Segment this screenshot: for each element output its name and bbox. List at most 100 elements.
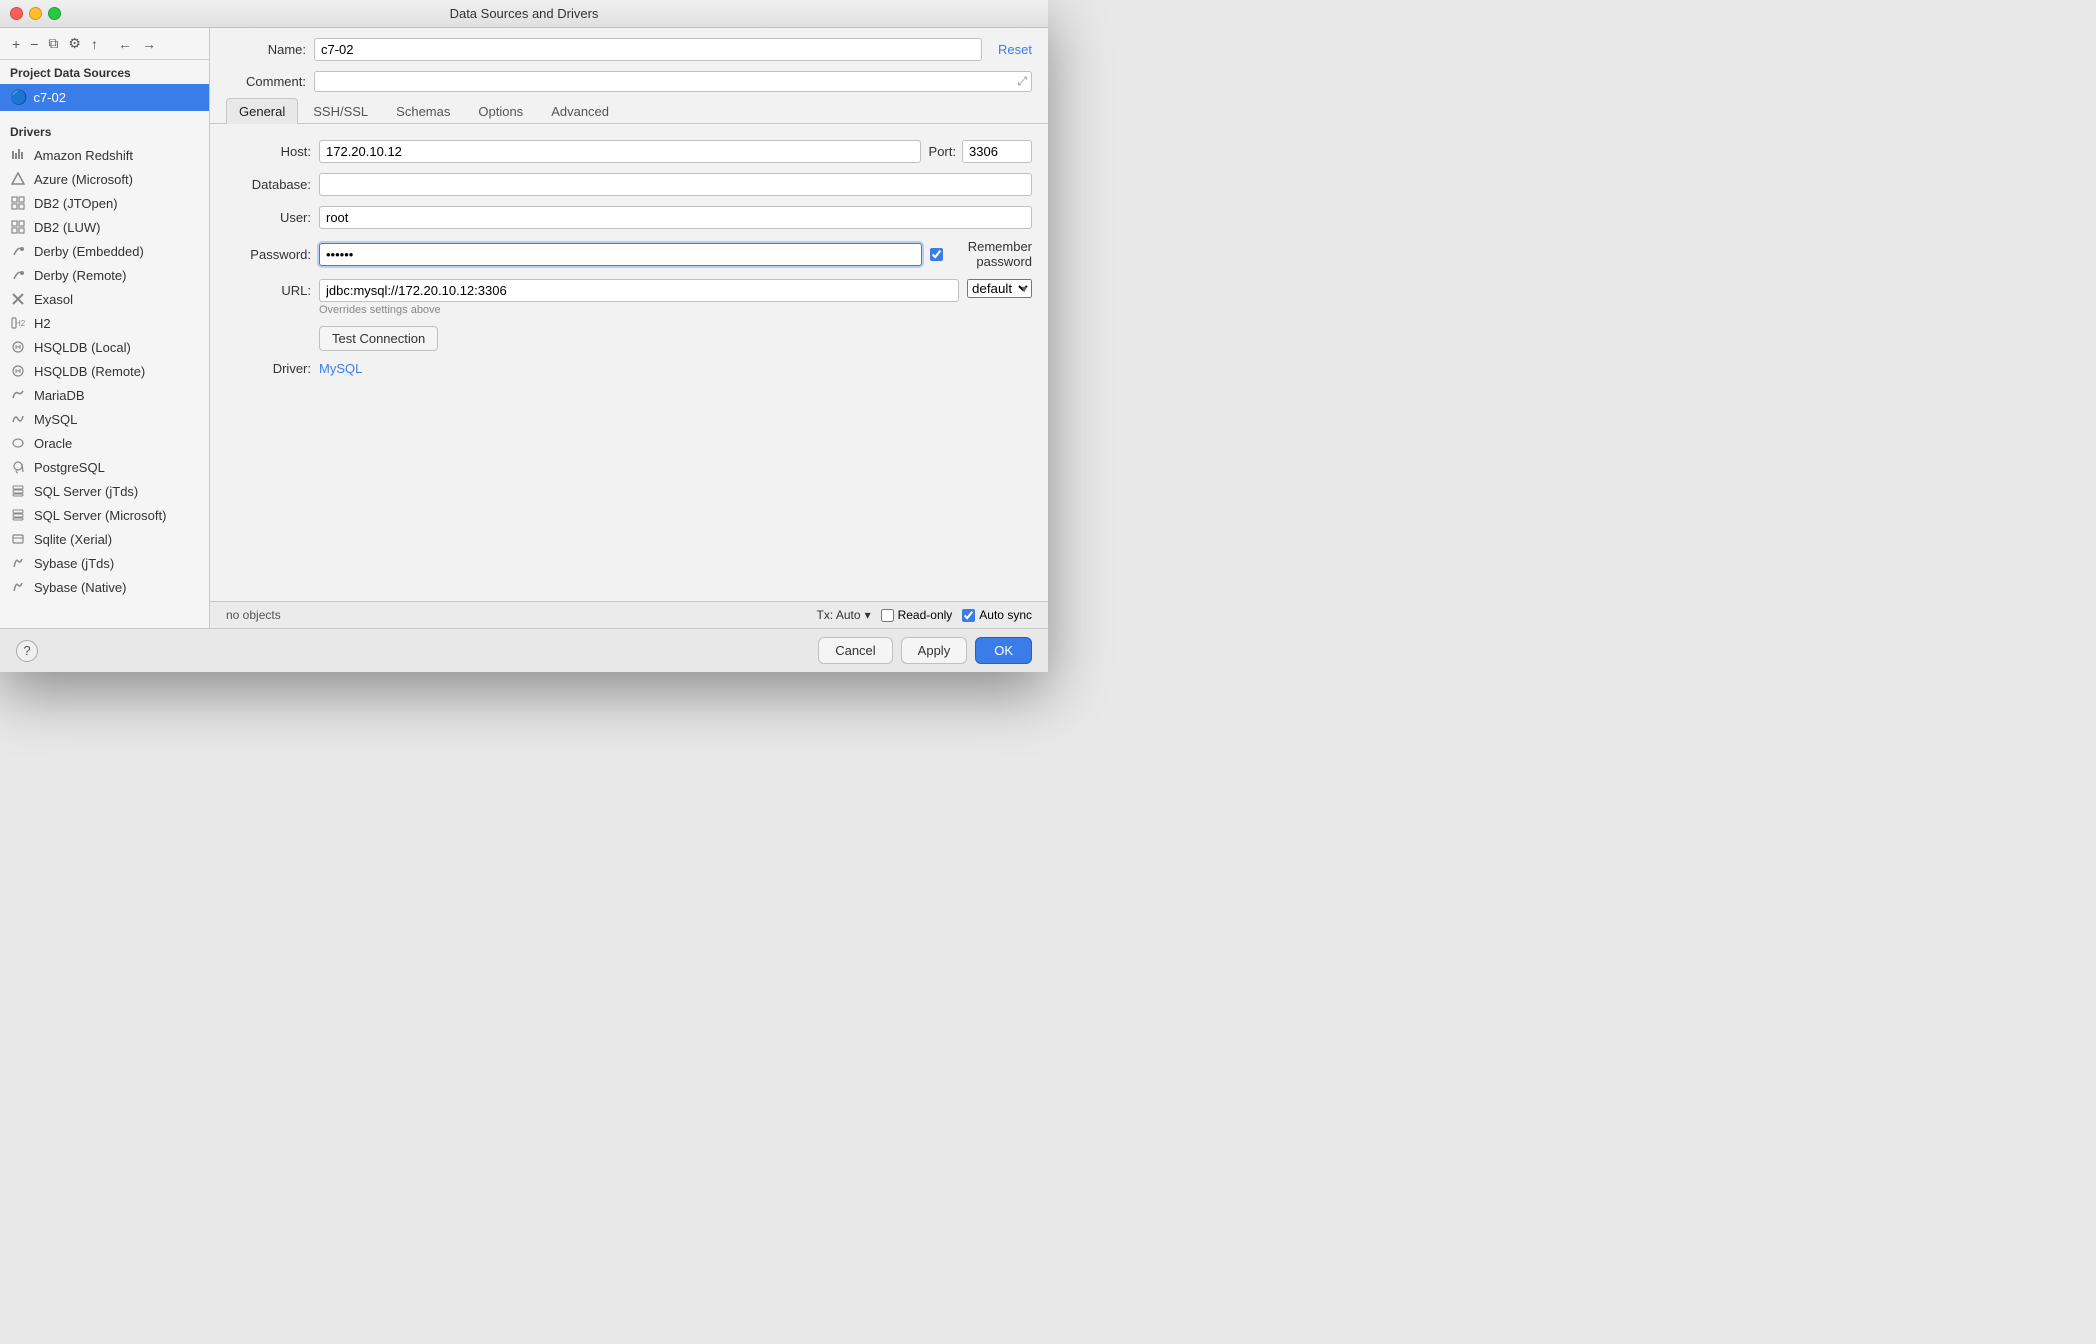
name-label: Name: <box>226 42 306 57</box>
close-button[interactable] <box>10 7 23 20</box>
add-datasource-button[interactable]: + <box>8 34 24 54</box>
window-title: Data Sources and Drivers <box>450 6 599 21</box>
driver-item-sybase-jtds[interactable]: Sybase (jTds) <box>0 551 209 575</box>
import-datasource-button[interactable]: ↑ <box>87 34 102 54</box>
driver-item-postgresql[interactable]: PostgreSQL <box>0 455 209 479</box>
url-input[interactable] <box>319 279 959 302</box>
driver-name: SQL Server (Microsoft) <box>34 508 166 523</box>
sqlite-icon <box>10 531 26 547</box>
driver-name: Sybase (Native) <box>34 580 126 595</box>
driver-item-azure[interactable]: Azure (Microsoft) <box>0 167 209 191</box>
comment-input-wrap: ⤢ <box>314 71 1032 92</box>
bottom-bar: ? Cancel Apply OK <box>0 628 1048 672</box>
driver-name: Amazon Redshift <box>34 148 133 163</box>
azure-icon <box>10 171 26 187</box>
ok-button[interactable]: OK <box>975 637 1032 664</box>
tab-schemas[interactable]: Schemas <box>383 98 463 124</box>
port-input[interactable] <box>962 140 1032 163</box>
driver-item-db2-jtopen[interactable]: DB2 (JTOpen) <box>0 191 209 215</box>
comment-row: Comment: ⤢ <box>210 67 1048 98</box>
oracle-icon <box>10 435 26 451</box>
host-label: Host: <box>226 144 311 159</box>
driver-item-mariadb[interactable]: MariaDB <box>0 383 209 407</box>
autosync-checkbox[interactable] <box>962 609 975 622</box>
driver-name: Oracle <box>34 436 72 451</box>
driver-item-oracle[interactable]: Oracle <box>0 431 209 455</box>
reset-button[interactable]: Reset <box>998 42 1032 57</box>
drivers-header: Drivers <box>0 119 209 143</box>
driver-name: DB2 (JTOpen) <box>34 196 118 211</box>
datasource-icon: 🔵 <box>10 89 27 106</box>
h2-icon: H2 <box>10 315 26 331</box>
driver-name: Sybase (jTds) <box>34 556 114 571</box>
name-input[interactable] <box>314 38 982 61</box>
driver-item-exasol[interactable]: Exasol <box>0 287 209 311</box>
mysql-icon <box>10 411 26 427</box>
db2-jtopen-icon <box>10 195 26 211</box>
readonly-checkbox[interactable] <box>881 609 894 622</box>
cancel-button[interactable]: Cancel <box>818 637 892 664</box>
tx-label: Tx: Auto <box>817 608 861 622</box>
test-connection-row: Test Connection <box>319 326 1032 351</box>
apply-button[interactable]: Apply <box>901 637 968 664</box>
driver-item-hsqldb-remote[interactable]: HSQLDB (Remote) <box>0 359 209 383</box>
url-dropdown-wrap: default custom <box>967 279 1032 298</box>
driver-item-db2-luw[interactable]: DB2 (LUW) <box>0 215 209 239</box>
driver-item-derby-embedded[interactable]: Derby (Embedded) <box>0 239 209 263</box>
readonly-group: Read-only <box>881 608 953 622</box>
main-content: + − ⧉ ⚙ ↑ ← → Project Data Sources 🔵 c7-… <box>0 28 1048 628</box>
tabs: General SSH/SSL Schemas Options Advanced <box>210 98 1048 124</box>
status-bar: no objects Tx: Auto ▾ Read-only Auto syn… <box>210 601 1048 628</box>
remember-password-label: Remember password <box>947 239 1032 269</box>
driver-name: HSQLDB (Local) <box>34 340 131 355</box>
remember-password-checkbox[interactable] <box>930 248 943 261</box>
driver-item-sqlite[interactable]: Sqlite (Xerial) <box>0 527 209 551</box>
driver-item-sybase-native[interactable]: Sybase (Native) <box>0 575 209 599</box>
comment-expand-button[interactable]: ⤢ <box>1017 74 1027 89</box>
url-row: URL: Overrides settings above default cu… <box>226 279 1032 316</box>
form-area: Host: Port: Database: User: Password: <box>210 124 1048 601</box>
driver-item-sqlserver-jtds[interactable]: SQL Server (jTds) <box>0 479 209 503</box>
tab-advanced[interactable]: Advanced <box>538 98 622 124</box>
drivers-section: Drivers Amazon Redshift Azure (Microsoft… <box>0 119 209 599</box>
driver-name: SQL Server (jTds) <box>34 484 138 499</box>
driver-row: Driver: MySQL <box>226 361 1032 376</box>
window-controls <box>10 7 61 20</box>
driver-name: MariaDB <box>34 388 85 403</box>
password-input[interactable] <box>319 243 922 266</box>
nav-back-button[interactable]: ← <box>114 34 136 54</box>
maximize-button[interactable] <box>48 7 61 20</box>
sqlserver-microsoft-icon <box>10 507 26 523</box>
host-input[interactable] <box>319 140 921 163</box>
minimize-button[interactable] <box>29 7 42 20</box>
help-button[interactable]: ? <box>16 640 38 662</box>
driver-name: DB2 (LUW) <box>34 220 100 235</box>
driver-item-hsqldb-local[interactable]: HSQLDB (Local) <box>0 335 209 359</box>
hsqldb-remote-icon <box>10 363 26 379</box>
datasource-item-c7-02[interactable]: 🔵 c7-02 <box>0 84 209 111</box>
driver-item-derby-remote[interactable]: Derby (Remote) <box>0 263 209 287</box>
driver-item-h2[interactable]: H2 H2 <box>0 311 209 335</box>
settings-datasource-button[interactable]: ⚙ <box>64 33 85 54</box>
driver-name: Exasol <box>34 292 73 307</box>
remove-datasource-button[interactable]: − <box>26 34 42 54</box>
copy-datasource-button[interactable]: ⧉ <box>44 33 62 54</box>
tab-ssh-ssl[interactable]: SSH/SSL <box>300 98 381 124</box>
nav-forward-button[interactable]: → <box>138 34 160 54</box>
user-row: User: <box>226 206 1032 229</box>
database-label: Database: <box>226 177 311 192</box>
tx-dropdown-button[interactable]: ▾ <box>865 608 871 622</box>
driver-item-amazon-redshift[interactable]: Amazon Redshift <box>0 143 209 167</box>
driver-item-sqlserver-microsoft[interactable]: SQL Server (Microsoft) <box>0 503 209 527</box>
tab-general[interactable]: General <box>226 98 298 124</box>
comment-input[interactable] <box>319 74 1017 89</box>
database-input[interactable] <box>319 173 1032 196</box>
url-dropdown[interactable]: default custom <box>967 279 1032 298</box>
driver-item-mysql[interactable]: MySQL <box>0 407 209 431</box>
test-connection-button[interactable]: Test Connection <box>319 326 438 351</box>
user-input[interactable] <box>319 206 1032 229</box>
driver-link[interactable]: MySQL <box>319 361 362 376</box>
derby-embedded-icon <box>10 243 26 259</box>
tab-options[interactable]: Options <box>465 98 536 124</box>
autosync-label: Auto sync <box>979 608 1032 622</box>
